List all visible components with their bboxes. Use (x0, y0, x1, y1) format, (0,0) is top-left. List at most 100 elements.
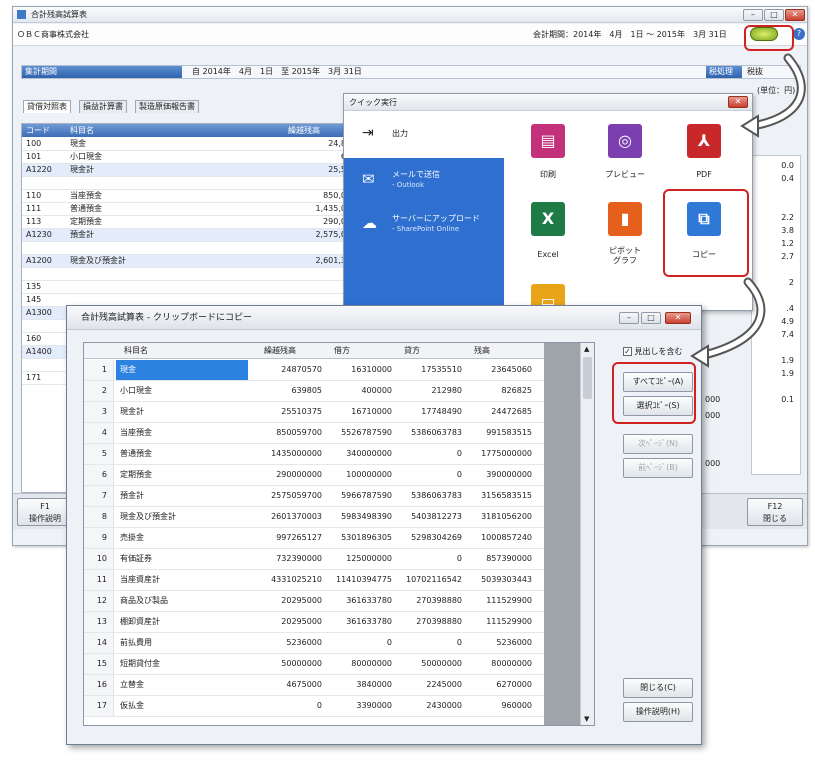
credit[interactable]: 10702116542 (392, 570, 462, 590)
bg-table-row[interactable]: 135 (22, 281, 350, 294)
prev-balance[interactable]: 850059700 (252, 423, 322, 443)
account-name[interactable]: 当座預金 (116, 423, 248, 443)
pdf-tile[interactable]: ⅄ (687, 124, 721, 158)
credit[interactable]: 0 (392, 465, 462, 485)
table-row[interactable]: 8 現金及び預金計 2601370003 5983498390 5403812273 31… (84, 507, 594, 528)
account-name[interactable]: 普通預金 (116, 444, 248, 464)
credit[interactable]: 5403812273 (392, 507, 462, 527)
balance[interactable]: 3156583515 (462, 486, 532, 506)
grid-scrollbar[interactable]: ▲ ▼ (580, 343, 594, 725)
credit[interactable]: 212980 (392, 381, 462, 401)
close-dialog-button[interactable]: 閉じる(C) (623, 678, 693, 698)
tab-manufacturing-cost[interactable]: 製造原価報告書 (135, 100, 199, 113)
debit[interactable]: 5301896305 (322, 528, 392, 548)
credit[interactable]: 17535510 (392, 360, 462, 380)
table-row[interactable]: 1 現金 24870570 16310000 17535510 23645060 (84, 360, 594, 381)
balance[interactable]: 1775000000 (462, 444, 532, 464)
upload-item[interactable]: サーバーにアップロード - SharePoint Online (392, 214, 480, 234)
f12-close-button[interactable]: F12 閉じる (747, 498, 803, 526)
debit[interactable]: 0 (322, 633, 392, 653)
debit[interactable]: 5526787590 (322, 423, 392, 443)
debit[interactable]: 361633780 (322, 591, 392, 611)
f1-help-button[interactable]: F1 操作説明 (17, 498, 73, 526)
table-row[interactable]: 16 立替金 4675000 3840000 2245000 6270000 (84, 675, 594, 696)
table-row[interactable]: 9 売掛金 997265127 5301896305 5298304269 1000857… (84, 528, 594, 549)
debit[interactable]: 5966787590 (322, 486, 392, 506)
balance[interactable]: 857390000 (462, 549, 532, 569)
balance[interactable]: 390000000 (462, 465, 532, 485)
prev-balance[interactable]: 20295000 (252, 612, 322, 632)
bg-table-row[interactable]: A1200 現金及び預金計 2,601,3 (22, 255, 350, 268)
prev-balance[interactable]: 1435000000 (252, 444, 322, 464)
account-name[interactable]: 現金計 (116, 402, 248, 422)
table-row[interactable]: 13 棚卸資産計 20295000 361633780 270398880 1115299… (84, 612, 594, 633)
prev-balance[interactable]: 25510375 (252, 402, 322, 422)
scroll-thumb[interactable] (583, 357, 592, 399)
balance[interactable]: 3181056200 (462, 507, 532, 527)
credit[interactable]: 270398880 (392, 612, 462, 632)
clip-minimize-button[interactable]: – (619, 312, 639, 324)
balance[interactable]: 5039303443 (462, 570, 532, 590)
prev-balance[interactable]: 2575059700 (252, 486, 322, 506)
prev-balance[interactable]: 50000000 (252, 654, 322, 674)
account-name[interactable]: 現金及び預金計 (116, 507, 248, 527)
credit[interactable]: 5386063783 (392, 423, 462, 443)
table-row[interactable]: 11 当座資産計 4331025210 11410394775 10702116542 5… (84, 570, 594, 591)
debit[interactable]: 80000000 (322, 654, 392, 674)
account-name[interactable]: 立替金 (116, 675, 248, 695)
balance[interactable]: 80000000 (462, 654, 532, 674)
send-mail-item[interactable]: メールで送信 - Outlook (392, 170, 440, 190)
bg-table-row[interactable]: 110 当座預金 850,0 (22, 190, 350, 203)
table-row[interactable]: 3 現金計 25510375 16710000 17748490 24472685 (84, 402, 594, 423)
debit[interactable]: 3390000 (322, 696, 392, 716)
debit[interactable]: 361633780 (322, 612, 392, 632)
bg-table-row[interactable] (22, 268, 350, 281)
prev-balance[interactable]: 290000000 (252, 465, 322, 485)
account-name[interactable]: 棚卸資産計 (116, 612, 248, 632)
bg-table-row[interactable]: A1220 現金計 25,5 (22, 164, 350, 177)
bg-table-row[interactable]: A1230 預金計 2,575,0 (22, 229, 350, 242)
account-name[interactable]: 定期預金 (116, 465, 248, 485)
bg-table-row[interactable]: 111 普通預金 1,435,0 (22, 203, 350, 216)
table-row[interactable]: 12 商品及び製品 20295000 361633780 270398880 111529… (84, 591, 594, 612)
preview-tile[interactable]: ◎ (608, 124, 642, 158)
checkbox-checked-icon[interactable]: ✓ (623, 347, 632, 356)
prev-balance[interactable]: 24870570 (252, 360, 322, 380)
credit[interactable]: 2430000 (392, 696, 462, 716)
account-name[interactable]: 小口現金 (116, 381, 248, 401)
quick-close-button[interactable]: ✕ (728, 96, 748, 108)
bg-table-row[interactable] (22, 177, 350, 190)
prev-balance[interactable]: 4675000 (252, 675, 322, 695)
clip-maximize-button[interactable]: □ (641, 312, 661, 324)
debit[interactable]: 340000000 (322, 444, 392, 464)
debit[interactable]: 3840000 (322, 675, 392, 695)
debit[interactable]: 11410394775 (322, 570, 392, 590)
debit[interactable]: 16710000 (322, 402, 392, 422)
next-page-button[interactable]: 次ﾍﾟｰｼﾞ(N) (623, 434, 693, 454)
table-row[interactable]: 17 仮払金 0 3390000 2430000 960000 (84, 696, 594, 717)
debit[interactable]: 125000000 (322, 549, 392, 569)
scroll-up-icon[interactable]: ▲ (584, 345, 589, 353)
balance[interactable]: 5236000 (462, 633, 532, 653)
table-row[interactable]: 10 有価証券 732390000 125000000 0 857390000 (84, 549, 594, 570)
bg-table-row[interactable]: 101小口現金6 (22, 151, 350, 164)
pivot-chart-tile[interactable]: ▮ (608, 202, 642, 236)
print-tile[interactable]: ▤ (531, 124, 565, 158)
account-name[interactable]: 短期貸付金 (116, 654, 248, 674)
credit[interactable]: 0 (392, 549, 462, 569)
credit[interactable]: 5298304269 (392, 528, 462, 548)
balance[interactable]: 23645060 (462, 360, 532, 380)
account-name[interactable]: 仮払金 (116, 696, 248, 716)
table-row[interactable]: 5 普通預金 1435000000 340000000 0 1775000000 (84, 444, 594, 465)
balance[interactable]: 960000 (462, 696, 532, 716)
balance[interactable]: 6270000 (462, 675, 532, 695)
credit[interactable]: 0 (392, 444, 462, 464)
prev-balance[interactable]: 2601370003 (252, 507, 322, 527)
account-name[interactable]: 預金計 (116, 486, 248, 506)
tab-balance-sheet[interactable]: 貸借対照表 (23, 100, 71, 113)
table-row[interactable]: 4 当座預金 850059700 5526787590 5386063783 991583… (84, 423, 594, 444)
prev-balance[interactable]: 0 (252, 696, 322, 716)
debit[interactable]: 5983498390 (322, 507, 392, 527)
table-row[interactable]: 15 短期貸付金 50000000 80000000 50000000 80000000 (84, 654, 594, 675)
credit[interactable]: 17748490 (392, 402, 462, 422)
